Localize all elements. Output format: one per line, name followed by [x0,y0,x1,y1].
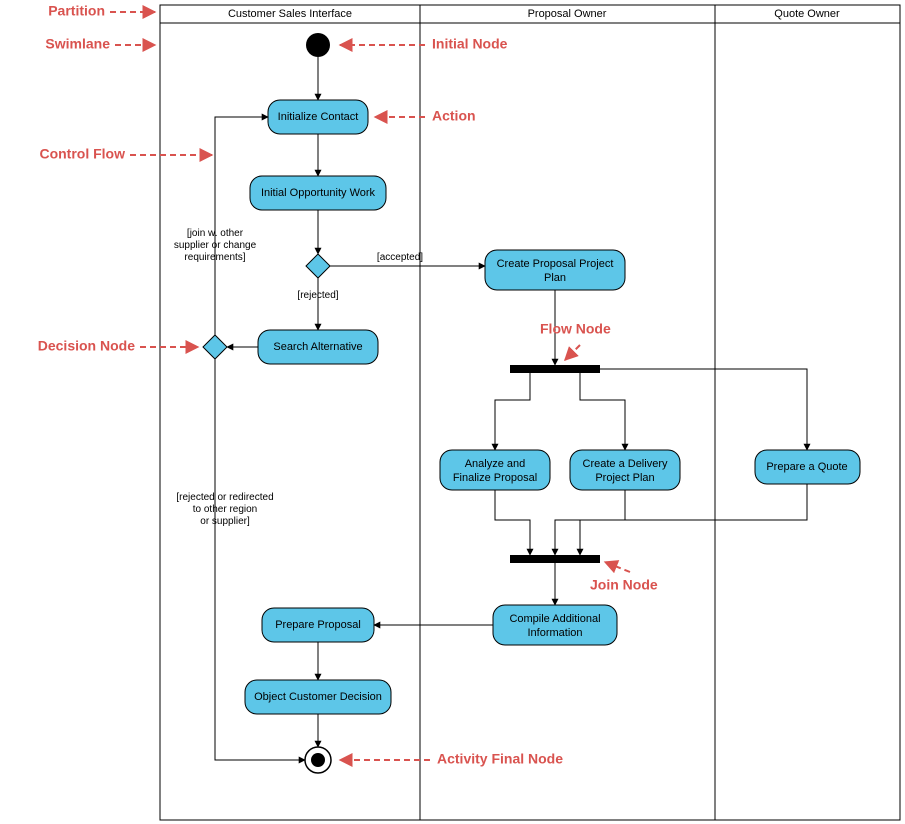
flow-fork-a6 [580,373,625,450]
guard-accepted: [accepted] [377,252,423,263]
fork-node [510,365,600,373]
flow-fork-a7 [600,369,807,450]
join-node [510,555,600,563]
annotation-initial: Initial Node [432,36,508,52]
svg-text:Create Proposal Project: Create Proposal Project [497,258,614,270]
guard-join-l1: [join w. other [187,228,244,239]
action-prepare-proposal: Prepare Proposal [262,608,374,642]
annotation-arrow-joinnode [605,562,630,572]
annotation-flownode: Flow Node [540,321,611,337]
annotation-final: Activity Final Node [437,751,563,767]
guard-rr-l3: or supplier] [200,516,250,527]
svg-text:Compile Additional: Compile Additional [509,613,600,625]
action-prepare-quote: Prepare a Quote [755,450,860,484]
action-compile-info: Compile Additional Information [493,605,617,645]
action-initial-opportunity: Initial Opportunity Work [250,176,386,210]
svg-text:Initial Opportunity Work: Initial Opportunity Work [261,187,376,199]
annotation-decision: Decision Node [38,338,135,354]
lane-header-3: Quote Owner [774,8,840,20]
decision-node-2 [203,335,227,359]
svg-text:Object Customer Decision: Object Customer Decision [254,691,382,703]
svg-text:Analyze and: Analyze and [465,458,526,470]
annotation-joinnode: Join Node [590,577,658,593]
guard-rejected: [rejected] [297,290,338,301]
action-analyze-finalize: Analyze and Finalize Proposal [440,450,550,490]
guard-rr-l2: to other region [193,504,258,515]
flow-a6-join [555,490,625,555]
annotation-action: Action [432,108,476,124]
annotation-controlflow: Control Flow [39,146,125,162]
svg-text:Create a Delivery: Create a Delivery [583,458,668,470]
action-initialize-contact: Initialize Contact [268,100,368,134]
svg-text:Project Plan: Project Plan [595,472,654,484]
action-search-alternative: Search Alternative [258,330,378,364]
final-node [305,747,331,773]
svg-text:Information: Information [527,627,582,639]
svg-text:Prepare Proposal: Prepare Proposal [275,619,361,631]
svg-text:Prepare a Quote: Prepare a Quote [766,461,847,473]
flow-d2-a1 [215,117,268,335]
svg-text:Initialize Contact: Initialize Contact [278,111,359,123]
flow-a5-join [495,490,530,555]
guard-rr-l1: [rejected or redirected [176,492,273,503]
action-create-proposal-plan: Create Proposal Project Plan [485,250,625,290]
flow-fork-a5 [495,373,530,450]
flow-a7-join [580,484,807,555]
annotation-partition: Partition [48,3,105,19]
action-delivery-plan: Create a Delivery Project Plan [570,450,680,490]
svg-text:Search Alternative: Search Alternative [273,341,362,353]
lane-header-2: Proposal Owner [528,8,607,20]
lane-header-1: Customer Sales Interface [228,8,352,20]
guard-join-l2: supplier or change [174,240,257,251]
decision-node-1 [306,254,330,278]
svg-text:Finalize Proposal: Finalize Proposal [453,472,537,484]
guard-join-l3: requirements] [184,252,245,263]
action-object-decision: Object Customer Decision [245,680,391,714]
annotation-arrow-flownode [565,345,580,360]
svg-text:Plan: Plan [544,272,566,284]
annotation-swimlane: Swimlane [45,36,110,52]
initial-node [306,33,330,57]
